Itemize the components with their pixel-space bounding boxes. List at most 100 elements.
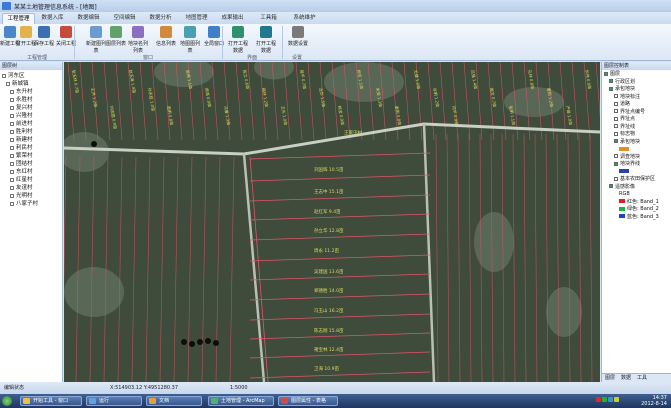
expand-icon[interactable]	[10, 193, 14, 198]
tab-4[interactable]: 数据分析	[144, 13, 177, 24]
expand-icon[interactable]	[10, 169, 14, 174]
layer-item[interactable]: 界址线	[604, 124, 669, 132]
layer-checkbox[interactable]	[614, 109, 618, 113]
expand-icon[interactable]	[10, 161, 14, 166]
ribbon-button[interactable]: 数据设置	[288, 26, 308, 47]
ribbon-button[interactable]: 信息列表	[154, 26, 178, 47]
tree-root[interactable]: 河东区	[2, 72, 60, 80]
start-button[interactable]	[2, 396, 12, 406]
layer-item[interactable]: 地块界线	[604, 161, 669, 169]
layer-checkbox[interactable]	[609, 79, 613, 83]
expand-icon[interactable]	[10, 129, 14, 134]
tab-2[interactable]: 数据编辑	[72, 13, 105, 24]
layer-checkbox[interactable]	[614, 139, 618, 143]
expand-icon[interactable]	[10, 137, 14, 142]
taskbar-item[interactable]: 土地管理 - ArcMap	[208, 396, 274, 406]
layer-item[interactable]: 界址点	[604, 116, 669, 124]
tab-8[interactable]: 系统维护	[288, 13, 321, 24]
expand-icon[interactable]	[10, 145, 14, 150]
ribbon-button[interactable]: 关闭工程	[56, 26, 76, 47]
tree-item-village[interactable]: 胜利村	[2, 128, 60, 136]
layer-item[interactable]: 图层	[604, 71, 669, 79]
tab-1[interactable]: 数据入库	[36, 13, 69, 24]
tree-item-village[interactable]: 东红村	[2, 168, 60, 176]
taskbar-item[interactable]: 开始工具 - 窗口	[20, 396, 82, 406]
expand-icon[interactable]	[10, 97, 14, 102]
expand-icon[interactable]	[10, 121, 14, 126]
ribbon-button[interactable]: 打开工程数据	[256, 26, 276, 54]
expand-icon[interactable]	[10, 113, 14, 118]
layer-checkbox[interactable]	[614, 154, 618, 158]
layer-checkbox[interactable]	[614, 116, 618, 121]
tree-item-village[interactable]: 复兴村	[2, 104, 60, 112]
tab-3[interactable]: 空间编辑	[108, 13, 141, 24]
layer-item[interactable]: 红色: Band_1	[604, 199, 669, 207]
layer-checkbox[interactable]	[609, 184, 613, 188]
tab-5[interactable]: 地图管理	[180, 13, 213, 24]
ribbon-button[interactable]: 打开工程	[16, 26, 36, 47]
collapse-icon[interactable]	[2, 73, 6, 78]
tray-icon[interactable]	[614, 397, 619, 402]
taskbar-item[interactable]: 运行	[86, 396, 142, 406]
layer-checkbox[interactable]	[609, 86, 613, 91]
tab-7[interactable]: 工具箱	[252, 13, 285, 24]
tree-item-village[interactable]: 八家子村	[2, 200, 60, 208]
expand-icon[interactable]	[10, 153, 14, 158]
tree-item-village[interactable]: 兴隆村	[2, 112, 60, 120]
layer-item[interactable]: 行政区划	[604, 79, 669, 87]
layer-item[interactable]: RGB	[604, 191, 669, 199]
layer-item[interactable]: 标志物	[604, 131, 669, 139]
layer-checkbox[interactable]	[614, 94, 618, 98]
layer-checkbox[interactable]	[614, 131, 618, 136]
tab-6[interactable]: 成果输出	[216, 13, 249, 24]
collapse-icon[interactable]	[6, 81, 10, 86]
expand-icon[interactable]	[10, 177, 14, 182]
layer-item[interactable]: 基本农田保护区	[604, 176, 669, 184]
taskbar-item[interactable]: 图层属性 - 表格	[278, 396, 338, 406]
layer-item[interactable]	[604, 146, 669, 154]
layer-item[interactable]: 绿色: Band_2	[604, 206, 669, 214]
layer-checkbox[interactable]	[604, 71, 608, 76]
expand-icon[interactable]	[10, 185, 14, 190]
taskbar-item[interactable]: 文档	[146, 396, 202, 406]
layer-item[interactable]: 调查地块	[604, 154, 669, 162]
ribbon-button[interactable]: 保存工程	[34, 26, 54, 47]
ribbon-button[interactable]: 打开工程数据	[228, 26, 248, 54]
tree-item-village[interactable]: 友谊村	[2, 184, 60, 192]
layer-checkbox[interactable]	[614, 176, 618, 181]
tree-group[interactable]: 新城镇	[2, 80, 60, 88]
tree-item-village[interactable]: 繁荣村	[2, 152, 60, 160]
expand-icon[interactable]	[10, 201, 14, 206]
tree-item-village[interactable]: 东升村	[2, 88, 60, 96]
layer-checkbox[interactable]	[614, 124, 618, 128]
tab-0[interactable]: 工程管理	[2, 13, 35, 24]
layer-item[interactable]: 道路	[604, 101, 669, 109]
tree-item-village[interactable]: 新建村	[2, 136, 60, 144]
parcel-label: 孙立华 12.8亩	[314, 227, 344, 234]
tray-icon[interactable]	[608, 397, 613, 402]
tree-item-village[interactable]: 永胜村	[2, 96, 60, 104]
tree-item-village[interactable]: 光明村	[2, 192, 60, 200]
layer-item[interactable]: 地块标注	[604, 94, 669, 102]
layer-item[interactable]: 承包地块	[604, 139, 669, 147]
tray-icon[interactable]	[596, 397, 601, 402]
layer-item[interactable]: 蓝色: Band_3	[604, 214, 669, 222]
tree-item-village[interactable]: 前进村	[2, 120, 60, 128]
expand-icon[interactable]	[10, 105, 14, 110]
ribbon-button[interactable]: 图层列表	[104, 26, 128, 47]
layer-checkbox[interactable]	[614, 161, 618, 166]
tray-icon[interactable]	[602, 397, 607, 402]
map-view[interactable]: 张玉林 0.7亩 王洪 1.2亩 刘志国 0.9亩 赵玉海 1.4亩 孙永胜 1.0亩周…	[64, 62, 600, 382]
layer-item[interactable]	[604, 169, 669, 177]
ribbon-button[interactable]: 地图图列表	[178, 26, 202, 54]
layer-checkbox[interactable]	[614, 101, 618, 106]
expand-icon[interactable]	[10, 89, 14, 94]
tree-item-village[interactable]: 利民村	[2, 144, 60, 152]
tree-item-village[interactable]: 红星村	[2, 176, 60, 184]
imagery-map[interactable]: 张玉林 0.7亩王洪 1.2亩刘志国 0.9亩赵玉海 1.4亩孙永胜 1.0亩周…	[64, 62, 600, 382]
layer-item[interactable]: 承包地块	[604, 86, 669, 94]
tree-item-village[interactable]: 团结村	[2, 160, 60, 168]
layer-item[interactable]: 遥感影像	[604, 184, 669, 192]
layer-item[interactable]: 界址点编号	[604, 109, 669, 117]
ribbon-button[interactable]: 地块名列列表	[126, 26, 150, 54]
